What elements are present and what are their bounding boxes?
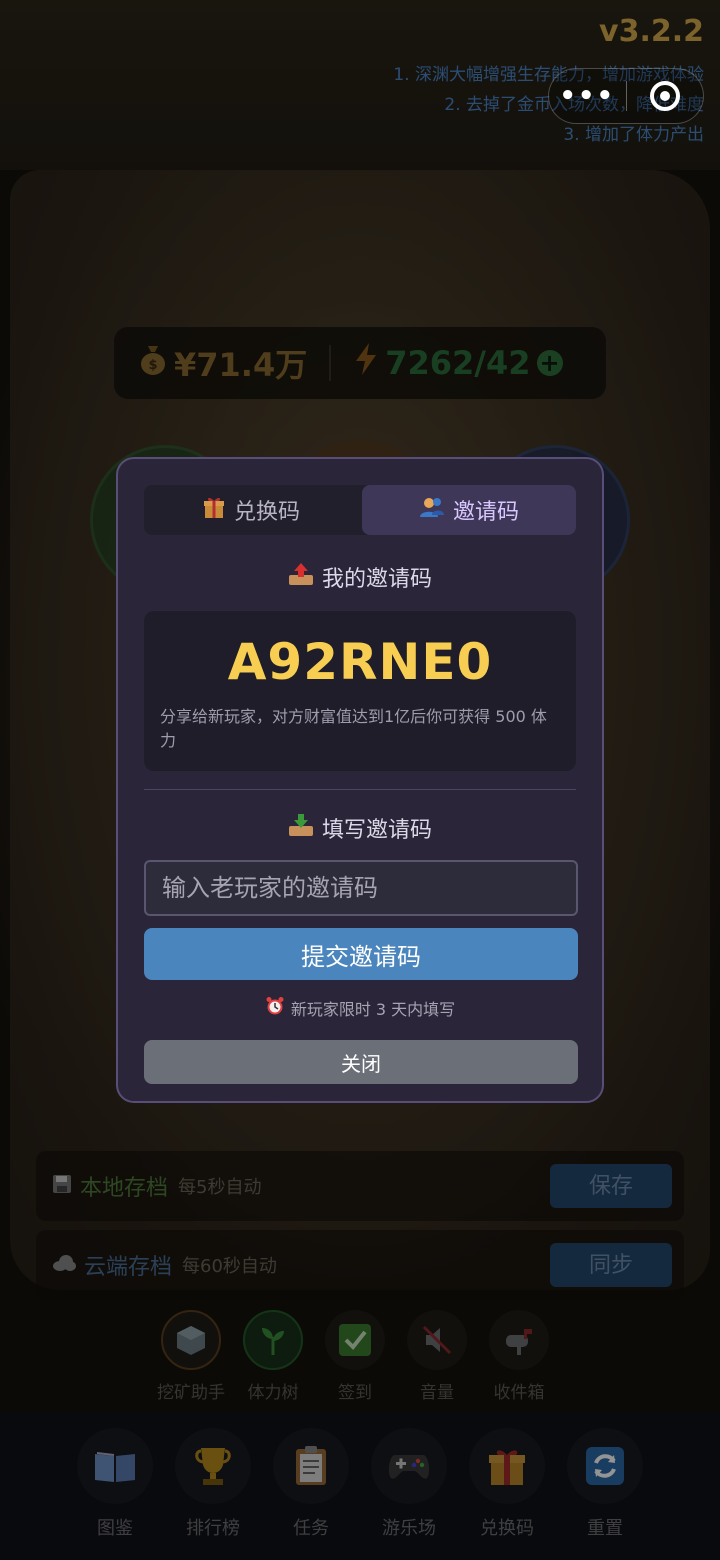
miniprogram-capsule: ••• (548, 68, 704, 124)
tab-invite-code[interactable]: 邀请码 (362, 485, 576, 535)
deadline-hint: 新玩家限时 3 天内填写 (144, 996, 576, 1020)
invite-code-card: A92RNE0 分享给新玩家，对方财富值达到1亿后你可获得 500 体力 (144, 611, 576, 771)
fill-invite-code-heading: 填写邀请码 (144, 812, 576, 844)
tab-label: 兑换码 (233, 500, 300, 525)
invite-code-dialog: 兑换码 邀请码 我的邀请码 A92RNE0 分享给新玩家，对方财富值达到1亿后你… (116, 457, 604, 1103)
gift-icon (202, 495, 226, 525)
dialog-tabs: 兑换码 邀请码 (144, 485, 576, 535)
submit-invite-code-button[interactable]: 提交邀请码 (144, 928, 578, 980)
tab-redeem-code[interactable]: 兑换码 (144, 485, 358, 535)
section-divider (144, 789, 576, 790)
alarm-clock-icon (265, 996, 285, 1020)
outbox-icon (288, 561, 314, 593)
close-miniprogram-button[interactable] (627, 81, 704, 111)
users-icon (419, 495, 445, 525)
section-title: 我的邀请码 (321, 567, 432, 592)
tab-label: 邀请码 (452, 500, 519, 525)
invite-code-description: 分享给新玩家，对方财富值达到1亿后你可获得 500 体力 (160, 707, 547, 750)
inbox-icon (288, 812, 314, 844)
target-icon (649, 81, 680, 111)
more-menu-button[interactable]: ••• (549, 81, 626, 111)
hint-text: 新玩家限时 3 天内填写 (290, 1000, 456, 1019)
invite-code-input[interactable] (144, 860, 578, 916)
section-title: 填写邀请码 (321, 818, 432, 843)
close-button[interactable]: 关闭 (144, 1040, 578, 1084)
invite-code-value[interactable]: A92RNE0 (160, 633, 560, 691)
my-invite-code-heading: 我的邀请码 (144, 561, 576, 593)
